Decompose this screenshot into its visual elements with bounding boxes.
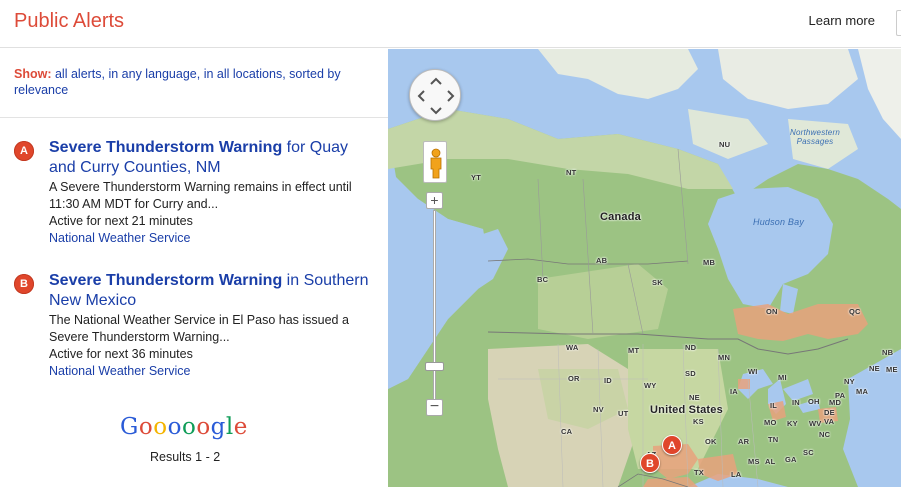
- map-label-il: IL: [770, 401, 778, 410]
- map-label-ia: IA: [730, 387, 738, 396]
- map-label-ok: OK: [705, 437, 717, 446]
- map-label-nv: NV: [593, 405, 604, 414]
- alert-marker-a[interactable]: A: [14, 141, 34, 161]
- pager-letter: l: [225, 414, 234, 440]
- map-label-ar: AR: [738, 437, 750, 446]
- pager-letter: o: [181, 414, 197, 440]
- alert-marker-b[interactable]: B: [14, 274, 34, 294]
- map-label-sk: SK: [652, 278, 663, 287]
- zoom-slider-thumb[interactable]: [425, 362, 444, 371]
- alert-title-bold[interactable]: Severe Thunderstorm Warning: [49, 272, 282, 289]
- pager-letter: G: [120, 414, 139, 440]
- map-label-oh: OH: [808, 397, 820, 406]
- map-label-yt: YT: [471, 173, 481, 182]
- map-label-nu: NU: [719, 140, 731, 149]
- page-title: Public Alerts: [14, 10, 125, 32]
- map-label-ne-ca: NE: [869, 364, 880, 373]
- alerts-map[interactable]: Northwestern Passages NU NT YT Canada Hu…: [388, 49, 901, 487]
- divider: [0, 117, 388, 118]
- alert-active-time: Active for next 21 minutes: [49, 214, 193, 228]
- map-label-united-states: United States: [650, 404, 723, 416]
- map-label-bc: BC: [537, 275, 549, 284]
- zoom-slider-track[interactable]: [433, 210, 436, 400]
- map-label-de: DE: [824, 408, 835, 417]
- map-label-nb: NB: [882, 348, 894, 357]
- map-label-al: AL: [765, 457, 776, 466]
- map-label-on: ON: [766, 307, 778, 316]
- map-label-mb: MB: [703, 258, 716, 267]
- alerts-panel: Show: all alerts, in any language, in al…: [0, 49, 388, 487]
- map-label-la: LA: [731, 470, 742, 479]
- zoom-in-button[interactable]: +: [426, 192, 443, 209]
- map-label-mt: MT: [628, 346, 640, 355]
- map-label-mo: MO: [764, 418, 777, 427]
- map-label-ma: MA: [856, 387, 869, 396]
- map-label-mn: MN: [718, 353, 731, 362]
- alert-title-bold[interactable]: Severe Thunderstorm Warning: [49, 139, 282, 156]
- alert-active-time: Active for next 36 minutes: [49, 347, 193, 361]
- alert-title[interactable]: Severe Thunderstorm Warning for Quay and…: [49, 138, 369, 178]
- map-label-sd: SD: [685, 369, 696, 378]
- header-button-edge[interactable]: [896, 10, 901, 36]
- pegman-figure-icon: [428, 148, 444, 179]
- map-label-va: VA: [824, 417, 835, 426]
- alert-description: The National Weather Service in El Paso …: [49, 313, 349, 344]
- map-label-ks: KS: [693, 417, 704, 426]
- map-label-wv: WV: [809, 419, 822, 428]
- alert-body: Severe Thunderstorm Warning in Southern …: [49, 271, 369, 380]
- show-label: Show:: [14, 67, 52, 81]
- map-label-or: OR: [568, 374, 580, 383]
- alert-body: Severe Thunderstorm Warning for Quay and…: [49, 138, 369, 247]
- map-label-ky: KY: [787, 419, 798, 428]
- map-label-canada: Canada: [600, 211, 641, 223]
- map-label-hudson-bay: Hudson Bay: [753, 217, 805, 227]
- map-label-nc: NC: [819, 430, 831, 439]
- map-label-id: ID: [604, 376, 612, 385]
- zoom-out-button[interactable]: −: [426, 399, 443, 416]
- alert-description: A Severe Thunderstorm Warning remains in…: [49, 180, 352, 211]
- map-label-wi: WI: [748, 367, 758, 376]
- map-label-nd: ND: [685, 343, 697, 352]
- map-label-qc: QC: [849, 307, 861, 316]
- alert-title[interactable]: Severe Thunderstorm Warning in Southern …: [49, 271, 369, 311]
- pager-letter: e: [233, 414, 248, 440]
- results-count: Results 1 - 2: [150, 450, 221, 464]
- pager-letter: o: [196, 414, 211, 440]
- pager-letter: o: [138, 414, 154, 440]
- map-label-wy: WY: [644, 381, 657, 390]
- map-label-md: MD: [829, 398, 842, 407]
- map-marker-b[interactable]: B: [640, 453, 660, 473]
- map-label-mi: MI: [778, 373, 787, 382]
- map-label-ga: GA: [785, 455, 797, 464]
- pager-letter: g: [210, 414, 226, 440]
- alert-source-link[interactable]: National Weather Service: [49, 230, 369, 247]
- map-label-ms: MS: [748, 457, 760, 466]
- show-filter-text[interactable]: all alerts, in any language, in all loca…: [14, 67, 341, 97]
- pan-control[interactable]: [409, 69, 461, 121]
- map-label-tn: TN: [768, 435, 779, 444]
- alert-source-link[interactable]: National Weather Service: [49, 363, 369, 380]
- map-label-ne: NE: [689, 393, 700, 402]
- map-label-tx: TX: [694, 468, 704, 477]
- map-label-ut: UT: [618, 409, 629, 418]
- map-label-ny: NY: [844, 377, 855, 386]
- map-label-wa: WA: [566, 343, 579, 352]
- map-label-ab: AB: [596, 256, 608, 265]
- map-marker-a[interactable]: A: [662, 435, 682, 455]
- map-label-northwestern-passages: Northwestern Passages: [790, 128, 840, 146]
- header: Public Alerts Learn more: [0, 0, 901, 48]
- learn-more-link[interactable]: Learn more: [809, 13, 875, 28]
- pager-logo: Gooooogle: [120, 414, 248, 440]
- pan-arrows-icon: [417, 77, 455, 115]
- show-filter[interactable]: Show: all alerts, in any language, in al…: [14, 66, 374, 98]
- pegman-icon[interactable]: [423, 141, 447, 183]
- pager-letter: o: [153, 414, 168, 440]
- public-alerts-app: Public Alerts Learn more Show: all alert…: [0, 0, 901, 487]
- map-label-me: ME: [886, 365, 898, 374]
- map-label-sc: SC: [803, 448, 814, 457]
- map-label-nt: NT: [566, 168, 577, 177]
- map-label-in: IN: [792, 398, 800, 407]
- pager-letter: o: [167, 414, 182, 440]
- map-label-ca: CA: [561, 427, 573, 436]
